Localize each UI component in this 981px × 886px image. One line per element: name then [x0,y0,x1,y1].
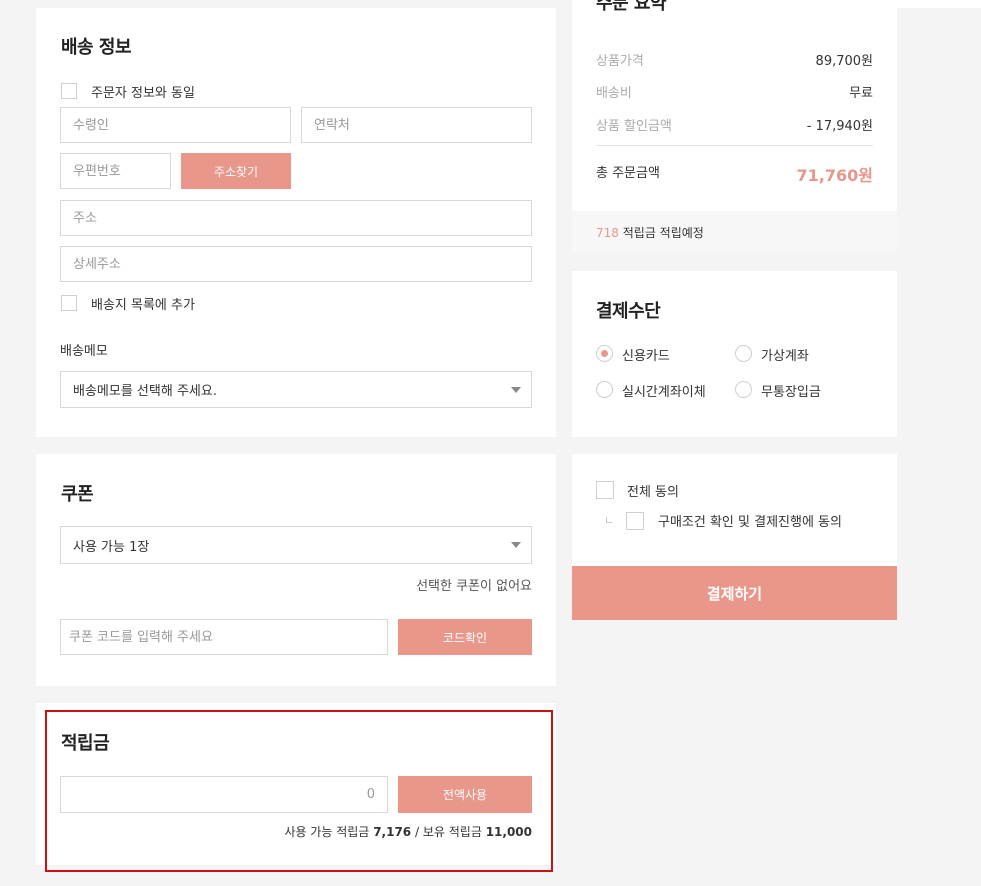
pay-button[interactable]: 결제하기 [572,566,897,620]
phone-input[interactable] [301,107,532,143]
payment-label-realtime-transfer: 실시간계좌이체 [622,385,706,400]
agreement-panel: 전체 동의 ㄴ 구매조건 확인 및 결제진행에 동의 [572,454,897,566]
recipient-input[interactable] [60,107,291,143]
payment-radio-realtime-transfer[interactable] [596,381,613,398]
shipping-panel: 배송 정보 주문자 정보와 동일 주소찾기 배송지 목록에 추가 배송메모 배송… [36,8,556,437]
coupon-title: 쿠폰 [61,484,94,505]
memo-select-value: 배송메모를 선택해 주세요. [73,384,217,399]
payment-title: 결제수단 [596,301,661,322]
zipcode-input[interactable] [60,153,171,189]
address-detail-input[interactable] [60,246,532,282]
coupon-code-input[interactable] [60,619,388,655]
coupon-select-value: 사용 가능 1장 [73,539,150,555]
coupon-status-text: 선택한 쿠폰이 없어요 [416,579,532,594]
coupon-panel: 쿠폰 사용 가능 1장 선택한 쿠폰이 없어요 코드확인 [36,454,556,686]
shipping-title: 배송 정보 [61,37,132,58]
total-label: 총 주문금액 [596,166,660,181]
points-highlight-box [45,710,553,872]
summary-divider [596,145,873,146]
payment-label-credit-card: 신용카드 [622,349,670,364]
summary-row-value: 89,700원 [815,54,873,69]
reward-amount: 718 [596,226,619,240]
payment-label-bank-deposit: 무통장입금 [761,385,821,400]
summary-row-value: 무료 [849,86,873,101]
summary-row-label: 상품가격 [596,54,644,69]
address-input[interactable] [60,200,532,236]
summary-row-label: 상품 할인금액 [596,119,672,134]
agree-all-label: 전체 동의 [627,485,679,500]
agree-purchase-checkbox[interactable] [626,512,644,530]
payment-radio-bank-deposit[interactable] [735,381,752,398]
total-value: 71,760원 [796,166,873,185]
payment-radio-credit-card[interactable] [596,345,613,362]
agree-purchase-label: 구매조건 확인 및 결제진행에 동의 [658,515,842,530]
payment-label-virtual-account: 가상계좌 [761,349,809,364]
reward-text: 적립금 적립예정 [622,226,704,240]
add-to-address-list-checkbox[interactable] [61,295,77,311]
branch-icon: ㄴ [604,514,615,527]
summary-title: 주문 요약 [596,0,667,14]
add-to-address-list-label: 배송지 목록에 추가 [91,298,195,313]
same-as-orderer-checkbox[interactable] [61,83,77,99]
right-edge-strip [897,0,981,8]
reward-info: 718 적립금 적립예정 [596,224,704,241]
reward-bar: 718 적립금 적립예정 [572,211,897,253]
coupon-select[interactable]: 사용 가능 1장 [60,526,532,564]
chevron-down-icon [511,542,521,548]
payment-radio-virtual-account[interactable] [735,345,752,362]
coupon-confirm-button[interactable]: 코드확인 [398,619,532,655]
same-as-orderer-label: 주문자 정보와 동일 [91,86,195,101]
summary-row-label: 배송비 [596,86,632,101]
order-summary-panel: 주문 요약 상품가격 89,700원 배송비 무료 상품 할인금액 - 17,9… [572,0,897,253]
payment-panel: 결제수단 신용카드 가상계좌 실시간계좌이체 무통장입금 [572,271,897,437]
summary-clip: 주문 요약 [572,0,897,14]
memo-select[interactable]: 배송메모를 선택해 주세요. [60,371,532,408]
chevron-down-icon [511,386,521,393]
summary-row-value: - 17,940원 [806,119,873,134]
memo-label: 배송메모 [60,344,108,359]
agree-all-checkbox[interactable] [596,481,614,499]
find-address-button[interactable]: 주소찾기 [181,153,291,189]
